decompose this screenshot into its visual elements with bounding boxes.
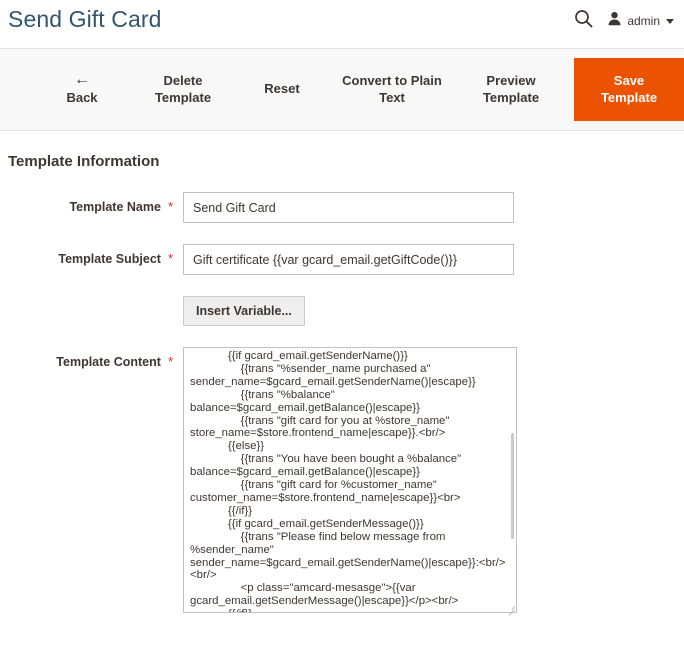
delete-template-label: Delete Template (154, 73, 212, 105)
section-title-template-information: Template Information (8, 153, 160, 170)
back-button-label: Back (66, 90, 98, 106)
page-header: Send Gift Card admin (0, 0, 684, 48)
required-marker: * (167, 354, 173, 369)
preview-template-button[interactable]: Preview Template (456, 49, 566, 130)
admin-username: admin (627, 14, 660, 28)
template-content-wrapper: {{if gcard_email.getSenderName()}} {{tra… (183, 347, 517, 613)
template-subject-label-text: Template Subject (58, 252, 161, 266)
template-information-form: Template Name * Template Subject * Insert … (8, 192, 676, 613)
template-subject-label: Template Subject * (8, 244, 173, 274)
reset-button[interactable]: Reset (236, 49, 328, 130)
field-row-insert-variable: Insert Variable... (8, 296, 676, 326)
convert-to-plain-text-button[interactable]: Convert to Plain Text (328, 49, 456, 130)
preview-template-label: Preview Template (482, 73, 540, 105)
required-marker: * (167, 199, 173, 214)
convert-to-plain-text-label: Convert to Plain Text (342, 73, 442, 105)
template-content-label-text: Template Content (56, 355, 161, 369)
save-template-button[interactable]: Save Template (574, 58, 684, 121)
arrow-left-icon: ← (74, 71, 90, 89)
template-content-control: {{if gcard_email.getSenderName()}} {{tra… (183, 347, 517, 613)
reset-label: Reset (264, 81, 300, 97)
admin-menu[interactable]: admin (607, 11, 674, 31)
template-subject-control (183, 244, 514, 275)
insert-variable-button[interactable]: Insert Variable... (183, 296, 305, 326)
textarea-scrollbar[interactable] (511, 433, 514, 539)
header-actions: admin (574, 9, 674, 33)
main-content: Template Information Template Name * Temp… (0, 153, 684, 613)
template-name-control (183, 192, 514, 223)
template-name-label: Template Name * (8, 192, 173, 222)
field-row-template-subject: Template Subject * (8, 244, 676, 275)
search-icon[interactable] (574, 9, 593, 33)
page-title: Send Gift Card (8, 6, 162, 32)
field-row-template-content: Template Content * {{if gcard_email.getSe… (8, 347, 676, 613)
back-button[interactable]: ← Back (34, 49, 130, 130)
user-avatar-icon (607, 11, 622, 31)
page-actions-toolbar: ← Back Delete Template Reset Convert to … (0, 48, 684, 131)
delete-template-button[interactable]: Delete Template (130, 49, 236, 130)
template-subject-input[interactable] (183, 244, 514, 275)
template-name-label-text: Template Name (69, 200, 161, 214)
template-content-textarea[interactable]: {{if gcard_email.getSenderName()}} {{tra… (183, 347, 517, 613)
insert-variable-control: Insert Variable... (183, 296, 305, 326)
save-template-label: Save Template (600, 73, 658, 105)
required-marker: * (167, 251, 173, 266)
chevron-down-icon (666, 18, 674, 24)
template-content-label: Template Content * (8, 347, 173, 377)
field-row-template-name: Template Name * (8, 192, 676, 223)
template-name-input[interactable] (183, 192, 514, 223)
